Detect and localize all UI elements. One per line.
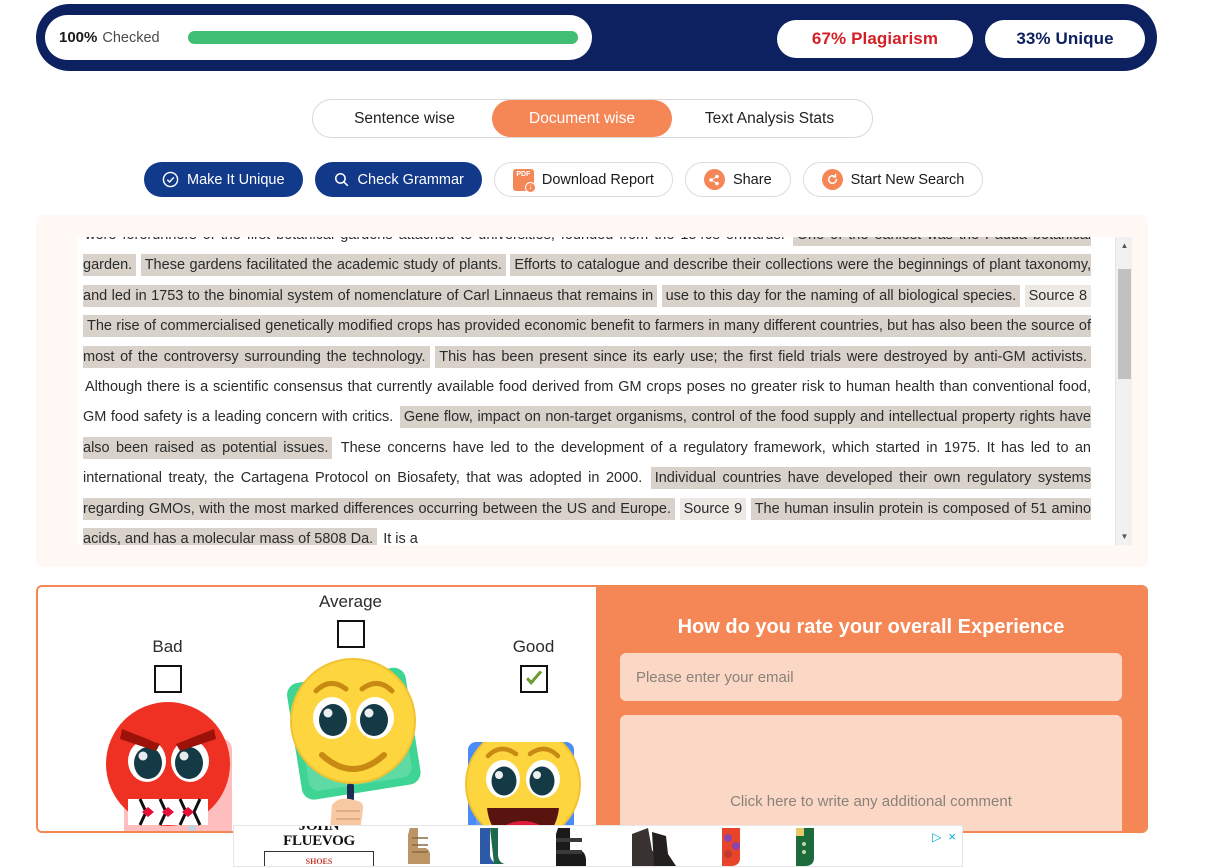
feedback-section: Bad Average Good How do you rate your ov… xyxy=(36,585,1148,833)
boot-image-1 xyxy=(408,828,430,864)
tab-text-analysis-stats[interactable]: Text Analysis Stats xyxy=(672,100,867,137)
progress-fill xyxy=(187,31,578,44)
document-text: were forerunners of the first botanical … xyxy=(77,237,1097,545)
rating-checkbox-bad[interactable] xyxy=(153,665,182,693)
make-it-unique-button[interactable]: Make It Unique xyxy=(144,162,303,197)
document-sentence: were forerunners of the first botanical … xyxy=(83,237,793,246)
download-report-label: Download Report xyxy=(541,171,654,188)
rating-option-bad[interactable]: Bad xyxy=(110,637,225,693)
document-scroll-area[interactable]: were forerunners of the first botanical … xyxy=(77,237,1132,545)
ad-choices-controls[interactable]: ▷ × xyxy=(932,829,956,844)
plagiarism-highlight: These gardens facilitated the academic s… xyxy=(140,254,506,277)
feedback-form: How do you rate your overall Experience xyxy=(595,587,1146,831)
ad-brand-subtitle: SHOES xyxy=(264,851,374,866)
make-it-unique-label: Make It Unique xyxy=(187,171,285,188)
check-grammar-button[interactable]: Check Grammar xyxy=(314,162,482,197)
boot-image-3 xyxy=(556,828,586,866)
tab-sentence-wise[interactable]: Sentence wise xyxy=(317,100,492,137)
plagiarism-score-badge: 67% Plagiarism xyxy=(777,20,973,58)
pdf-badge-label: PDF xyxy=(516,170,531,178)
boot-image-6 xyxy=(796,828,814,866)
rating-options: Bad Average Good xyxy=(38,587,596,831)
plagiarism-highlight: use to this day for the naming of all bi… xyxy=(661,284,1021,307)
checked-progress-pill: 100% Checked xyxy=(45,15,592,60)
scroll-down-arrow-icon[interactable]: ▼ xyxy=(1116,528,1132,545)
result-panel: were forerunners of the first botanical … xyxy=(36,215,1148,567)
feedback-comment-input[interactable] xyxy=(619,715,1122,831)
boot-image-4 xyxy=(632,828,676,866)
source-tag[interactable]: Source 9 xyxy=(679,497,747,520)
share-button[interactable]: Share xyxy=(684,162,791,197)
vertical-scrollbar[interactable]: ▲ ▼ xyxy=(1115,237,1132,545)
view-mode-tabs: Sentence wise Document wise Text Analysi… xyxy=(312,99,873,138)
tab-document-wise[interactable]: Document wise xyxy=(492,100,672,137)
refresh-icon xyxy=(821,169,843,190)
happy-yellow-face-icon[interactable] xyxy=(430,742,610,831)
feedback-email-input[interactable] xyxy=(619,653,1122,701)
adchoices-icon[interactable]: ▷ xyxy=(932,830,941,844)
rating-option-good[interactable]: Good xyxy=(476,637,591,693)
close-icon[interactable]: × xyxy=(948,829,956,844)
status-bar: 100% Checked 67% Plagiarism 33% Unique xyxy=(36,4,1157,71)
check-circle-icon xyxy=(162,171,179,188)
ad-brand-logo: JOHN FLUEVOG SHOES xyxy=(264,825,374,866)
checked-label: Checked xyxy=(102,29,160,46)
pdf-download-icon: PDF ↓ xyxy=(512,168,536,193)
start-new-search-button[interactable]: Start New Search xyxy=(802,162,984,197)
ad-banner[interactable]: JOHN FLUEVOG SHOES ▷ × xyxy=(233,825,963,867)
plagiarism-highlight: This has been present since its early us… xyxy=(435,345,1092,368)
checkmark-icon xyxy=(525,670,542,685)
scrollbar-thumb[interactable] xyxy=(1118,269,1131,379)
score-pills: 67% Plagiarism 33% Unique xyxy=(777,20,1145,58)
rating-label-bad: Bad xyxy=(152,637,183,656)
rating-checkbox-good[interactable] xyxy=(519,665,548,693)
rating-checkbox-average[interactable] xyxy=(336,620,365,648)
search-icon xyxy=(333,171,350,188)
scroll-up-arrow-icon[interactable]: ▲ xyxy=(1116,237,1132,254)
ad-product-images xyxy=(396,826,832,866)
document-sentence: It is a xyxy=(383,531,418,545)
start-new-search-label: Start New Search xyxy=(850,171,965,188)
rating-label-good: Good xyxy=(512,637,555,656)
neutral-yellow-face-icon[interactable] xyxy=(264,655,444,831)
share-label: Share xyxy=(732,171,772,188)
share-icon xyxy=(703,169,725,190)
boot-image-5 xyxy=(722,828,740,866)
progress-track xyxy=(187,31,578,44)
source-tag[interactable]: Source 8 xyxy=(1024,284,1092,307)
feedback-title: How do you rate your overall Experience xyxy=(677,616,1065,638)
page-root: 100% Checked 67% Plagiarism 33% Unique S… xyxy=(0,0,1210,867)
download-report-button[interactable]: PDF ↓ Download Report xyxy=(493,162,673,197)
checked-percent: 100% xyxy=(59,29,98,46)
unique-score-badge: 33% Unique xyxy=(985,20,1145,58)
check-grammar-label: Check Grammar xyxy=(357,171,464,188)
angry-red-face-icon[interactable] xyxy=(72,699,262,831)
action-toolbar: Make It Unique Check Grammar PDF ↓ Downl… xyxy=(144,162,984,197)
rating-label-average: Average xyxy=(318,592,382,611)
rating-option-average[interactable]: Average xyxy=(293,592,408,648)
boot-image-2 xyxy=(480,828,506,864)
ad-brand-name: JOHN FLUEVOG xyxy=(283,825,355,849)
